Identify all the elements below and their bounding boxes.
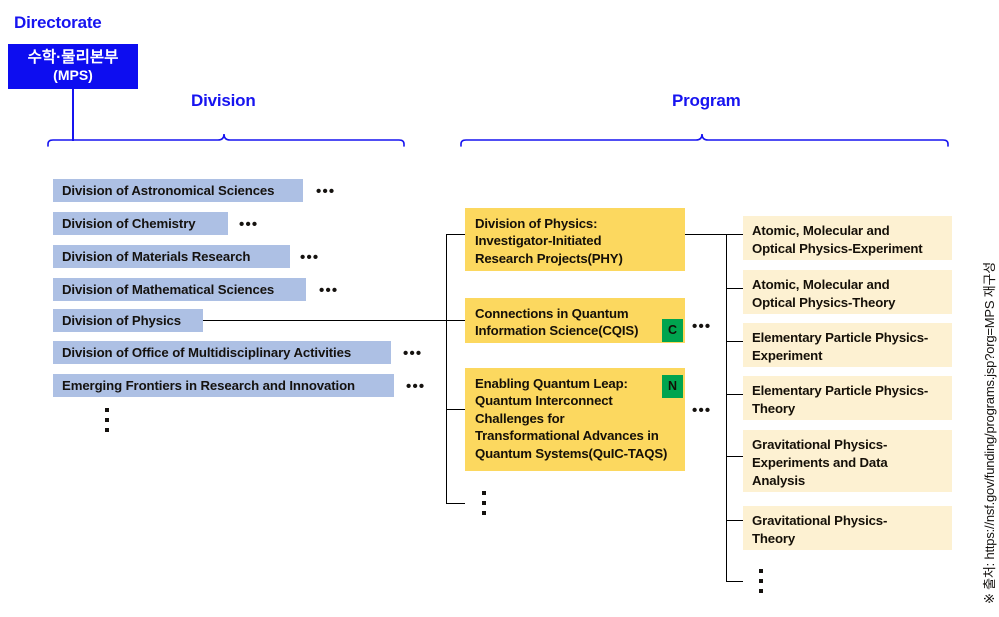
topic-line: Experiment <box>752 348 823 363</box>
division-more-indicator[interactable] <box>105 408 109 432</box>
topic-branch-more <box>726 581 743 582</box>
program-line: Division of Physics: <box>475 216 598 231</box>
program-branch-2 <box>446 409 465 410</box>
program-branch-1 <box>446 320 465 321</box>
division-label: Division of Office of Multidisciplinary … <box>62 345 352 360</box>
division-ellipsis-3[interactable]: ••• <box>319 283 338 298</box>
topic-line: Elementary Particle Physics- <box>752 383 929 398</box>
program-line: Quantum Interconnect <box>475 393 613 409</box>
program-line: Investigator-Initiated <box>475 233 602 249</box>
program-line: Enabling Quantum Leap: <box>475 376 628 391</box>
program-box-quic-taqs[interactable]: Enabling Quantum Leap: Quantum Interconn… <box>465 368 685 471</box>
dot <box>482 491 486 495</box>
phy-to-topics-lead <box>685 234 726 235</box>
topic-more-indicator[interactable] <box>759 569 763 593</box>
topic-branch-0 <box>726 234 743 235</box>
program-branch-0 <box>446 234 465 235</box>
dot <box>759 589 763 593</box>
division-chip-chemistry[interactable]: Division of Chemistry <box>53 212 228 235</box>
topic-line: Atomic, Molecular and <box>752 223 890 238</box>
dot <box>759 569 763 573</box>
header-program: Program <box>672 91 741 110</box>
topic-branch-4 <box>726 456 743 457</box>
program-ellipsis-2[interactable]: ••• <box>692 403 711 418</box>
topic-line: Optical Physics-Theory <box>752 295 896 310</box>
program-box-phy[interactable]: Division of Physics: Investigator-Initia… <box>465 208 685 271</box>
division-label: Division of Materials Research <box>62 249 251 264</box>
diagram-canvas: Directorate Division Program 수학·물리본부 (MP… <box>0 0 999 617</box>
topic-line: Optical Physics-Experiment <box>752 241 923 256</box>
program-line: Connections in Quantum <box>475 306 629 321</box>
program-line: Information Science(CQIS) <box>475 323 639 339</box>
topic-box-gravitational-theory[interactable]: Gravitational Physics- Theory <box>743 506 952 550</box>
program-badge-continuing[interactable]: C <box>662 319 683 342</box>
division-ellipsis-2[interactable]: ••• <box>300 250 319 265</box>
program-line: Quantum Systems(QuIC-TAQS) <box>475 445 668 461</box>
topic-line: Analysis <box>752 473 806 488</box>
program-box-cqis[interactable]: Connections in Quantum Information Scien… <box>465 298 685 343</box>
dot <box>482 511 486 515</box>
header-directorate: Directorate <box>14 13 102 32</box>
topic-line: Atomic, Molecular and <box>752 277 890 292</box>
topic-branch-5 <box>726 520 743 521</box>
dot <box>105 418 109 422</box>
division-label: Division of Chemistry <box>62 216 196 231</box>
program-line: Challenges for <box>475 410 565 426</box>
division-label: Division of Astronomical Sciences <box>62 183 275 198</box>
directorate-name-ko: 수학·물리본부 <box>27 49 119 66</box>
program-line: Transformational Advances in <box>475 428 659 444</box>
header-division: Division <box>191 91 256 110</box>
division-ellipsis-5[interactable]: ••• <box>403 346 422 361</box>
division-label: Emerging Frontiers in Research and Innov… <box>62 378 356 393</box>
division-chip-emerging-frontiers[interactable]: Emerging Frontiers in Research and Innov… <box>53 374 394 397</box>
topic-branch-1 <box>726 288 743 289</box>
division-label: Division of Physics <box>62 313 182 328</box>
programs-trunk <box>446 234 447 504</box>
topic-line: Gravitational Physics- <box>752 437 888 452</box>
division-ellipsis-0[interactable]: ••• <box>316 184 335 199</box>
division-chip-mathematical-sciences[interactable]: Division of Mathematical Sciences <box>53 278 306 301</box>
program-brace <box>459 118 951 148</box>
dot <box>105 408 109 412</box>
program-branch-more <box>446 503 465 504</box>
dot <box>105 428 109 432</box>
division-chip-astronomical-sciences[interactable]: Division of Astronomical Sciences <box>53 179 303 202</box>
topic-box-elementary-particle-experiment[interactable]: Elementary Particle Physics- Experiment <box>743 323 952 367</box>
topic-line: Theory <box>752 401 796 416</box>
source-note: ※ 출처: https://nsf.gov/funding/programs.j… <box>982 261 997 604</box>
topics-trunk <box>726 234 727 581</box>
division-ellipsis-1[interactable]: ••• <box>239 217 258 232</box>
division-chip-office-of-multidisciplinary-activities[interactable]: Division of Office of Multidisciplinary … <box>53 341 391 364</box>
program-line: Research Projects(PHY) <box>475 250 623 266</box>
topic-branch-2 <box>726 341 743 342</box>
division-chip-materials-research[interactable]: Division of Materials Research <box>53 245 290 268</box>
topic-box-gravitational-experiments[interactable]: Gravitational Physics- Experiments and D… <box>743 430 952 492</box>
program-badge-new[interactable]: N <box>662 375 683 398</box>
program-ellipsis-1[interactable]: ••• <box>692 319 711 334</box>
topic-box-elementary-particle-theory[interactable]: Elementary Particle Physics- Theory <box>743 376 952 420</box>
topic-branch-3 <box>726 394 743 395</box>
directorate-box[interactable]: 수학·물리본부 (MPS) <box>8 44 138 89</box>
division-chip-physics[interactable]: Division of Physics <box>53 309 203 332</box>
division-brace <box>46 118 408 148</box>
directorate-name-abbr: (MPS) <box>53 66 93 83</box>
topic-box-amo-experiment[interactable]: Atomic, Molecular and Optical Physics-Ex… <box>743 216 952 260</box>
topic-line: Theory <box>752 531 796 546</box>
topic-line: Gravitational Physics- <box>752 513 888 528</box>
topic-line: Experiments and Data <box>752 455 888 470</box>
dot <box>759 579 763 583</box>
dot <box>482 501 486 505</box>
division-ellipsis-6[interactable]: ••• <box>406 379 425 394</box>
topic-line: Elementary Particle Physics- <box>752 330 929 345</box>
program-more-indicator[interactable] <box>482 491 486 515</box>
topic-box-amo-theory[interactable]: Atomic, Molecular and Optical Physics-Th… <box>743 270 952 314</box>
division-label: Division of Mathematical Sciences <box>62 282 275 297</box>
physics-to-programs-lead <box>203 320 446 321</box>
